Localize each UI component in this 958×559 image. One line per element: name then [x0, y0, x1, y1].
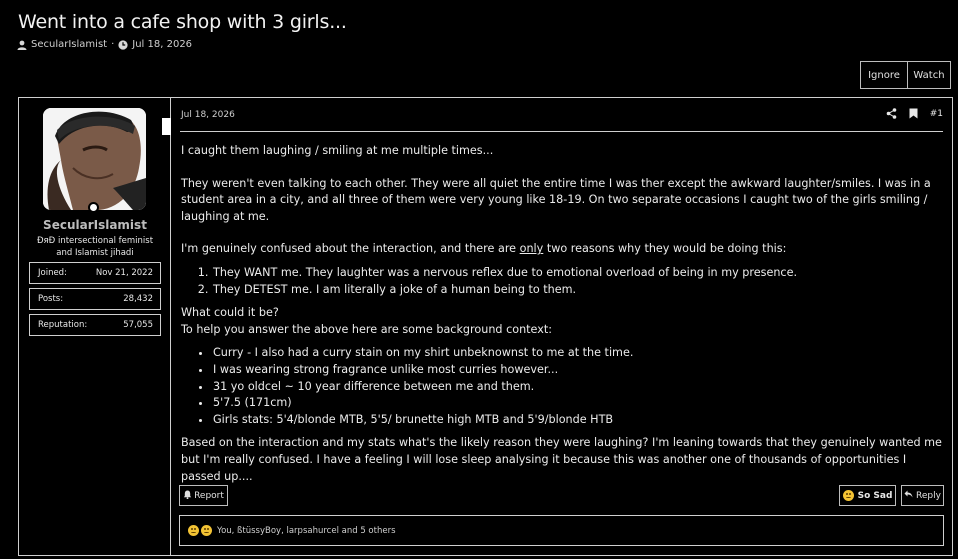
report-label: Report [194, 490, 224, 501]
post-date-link[interactable]: Jul 18, 2026 [181, 110, 235, 120]
reactions-summary[interactable]: You, ßtüssyBoy, larpsahurcel and 5 other… [217, 526, 396, 536]
post-number-link[interactable]: #1 [930, 109, 943, 119]
thread-actions: Ignore Watch [860, 61, 951, 89]
reply-icon [904, 490, 913, 501]
post-paragraph: Based on the interaction and my stats wh… [181, 436, 942, 483]
underlined-text: only [519, 242, 544, 256]
list-item: They DETEST me. I am literally a joke of… [212, 282, 946, 299]
share-icon[interactable] [886, 108, 897, 119]
thread-author-link[interactable]: SecularIslamist [31, 39, 107, 50]
list-item: I was wearing strong fragrance unlike mo… [212, 362, 946, 379]
stat-label: Posts: [38, 294, 64, 304]
text-run: two reasons why they would be doing this… [543, 242, 787, 256]
reactions-bar[interactable]: You, ßtüssyBoy, larpsahurcel and 5 other… [179, 515, 944, 546]
list-item: Curry - I also had a curry stain on my s… [212, 345, 946, 362]
so-sad-reaction-button[interactable]: So Sad [839, 485, 896, 506]
stat-label: Joined: [38, 268, 67, 278]
watch-button[interactable]: Watch [908, 61, 951, 89]
reply-label: Reply [916, 490, 941, 501]
post-paragraph: I'm genuinely confused about the interac… [181, 241, 946, 258]
ignore-button[interactable]: Ignore [860, 61, 908, 89]
sad-face-icon [201, 525, 212, 536]
stat-reputation: Reputation: 57,055 [29, 314, 161, 336]
bookmark-icon[interactable] [909, 108, 918, 119]
sad-face-icon [842, 490, 854, 501]
post-paragraph: I caught them laughing / smiling at me m… [181, 144, 494, 157]
stat-joined: Joined: Nov 21, 2022 [29, 262, 161, 284]
thread-date-link[interactable]: Jul 18, 2026 [132, 39, 192, 50]
list-item: 5'7.5 (171cm) [212, 395, 946, 412]
context-list: Curry - I also had a curry stain on my s… [212, 345, 946, 428]
post-username[interactable]: SecularIslamist [19, 218, 171, 232]
post-marker [162, 118, 171, 135]
stat-value: 28,432 [123, 294, 153, 304]
user-title: ÐяÐ intersectional feminist and Islamist… [36, 236, 154, 258]
stat-value: 57,055 [123, 320, 153, 330]
clock-icon [118, 39, 128, 50]
post-paragraph: What could it be? [181, 306, 279, 320]
post-user-column: SecularIslamist ÐяÐ intersectional femin… [19, 98, 171, 555]
reasons-list: They WANT me. They laughter was a nervou… [212, 265, 946, 298]
laughing-face-icon [188, 525, 199, 536]
stat-posts: Posts: 28,432 [29, 288, 161, 310]
stat-value: Nov 21, 2022 [95, 268, 153, 278]
stat-label: Reputation: [38, 320, 88, 330]
text-run: I'm genuinely confused about the interac… [181, 242, 520, 256]
post: SecularIslamist ÐяÐ intersectional femin… [18, 97, 953, 556]
meta-separator: · [111, 39, 115, 50]
list-item: 31 yo oldcel ~ 10 year difference betwee… [212, 379, 946, 396]
report-button[interactable]: Report [179, 485, 228, 506]
avatar[interactable] [43, 108, 146, 210]
online-status-indicator [88, 202, 99, 213]
thread-title: Went into a cafe shop with 3 girls... [18, 11, 347, 33]
post-paragraph: They weren't even talking to each other.… [181, 176, 931, 223]
user-icon [17, 40, 27, 50]
post-main: Jul 18, 2026 #1 I caught them laughing /… [172, 98, 952, 555]
list-item: They WANT me. They laughter was a nervou… [212, 265, 946, 282]
reply-button[interactable]: Reply [901, 485, 944, 506]
post-paragraph: To help you answer the above here are so… [181, 322, 553, 336]
bell-icon [183, 490, 192, 502]
post-divider [180, 131, 943, 132]
so-sad-label: So Sad [857, 490, 893, 501]
list-item: Girls stats: 5'4/blonde MTB, 5'5/ brunet… [212, 412, 946, 429]
post-header-actions: #1 [886, 108, 943, 119]
thread-meta: SecularIslamist · Jul 18, 2026 [17, 39, 192, 50]
post-body: I caught them laughing / smiling at me m… [181, 143, 946, 485]
